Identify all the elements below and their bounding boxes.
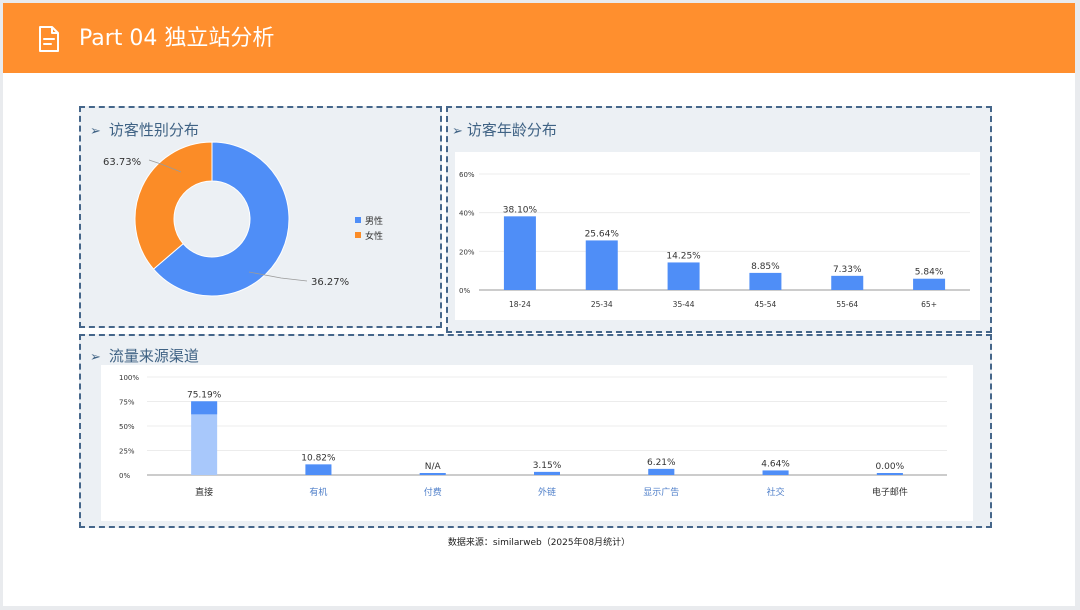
category-label-5: 社交 <box>767 486 785 498</box>
data-label-2: 14.25% <box>666 251 701 261</box>
y-tick-label-4: 100% <box>119 374 139 382</box>
category-label-5: 65+ <box>921 300 937 309</box>
traffic-panel: ➢ 流量来源渠道 0% 25% 50% 75% 100% 75.19% 直接 10.82% 有机 N… <box>79 334 992 528</box>
bar-accent-0 <box>191 401 218 415</box>
category-label-1: 25-34 <box>591 300 613 309</box>
category-label-2: 35-44 <box>673 300 695 309</box>
age-chart-card: 0% 20% 40% 60% 38.10% 18-24 25.64% 25-34 14.25% 3… <box>455 152 980 320</box>
y-tick-label-3: 75% <box>119 399 135 407</box>
bar-5 <box>913 278 946 290</box>
data-label-5: 5.84% <box>915 268 944 278</box>
y-tick-label-1: 25% <box>119 448 135 456</box>
traffic-bar-chart: 0% 25% 50% 75% 100% 75.19% 直接 10.82% 有机 N/A 付费 3.15… <box>119 374 947 498</box>
data-label-6: 0.00% <box>876 462 905 472</box>
y-tick-label-2: 40% <box>459 210 475 218</box>
bar-accent-6 <box>876 473 903 475</box>
category-label-3: 外链 <box>538 486 556 498</box>
header-bar: Part 04 独立站分析 <box>3 3 1075 73</box>
chevron-right-icon: ➢ <box>452 124 463 139</box>
legend-swatch-1 <box>355 232 361 238</box>
data-label-4: 6.21% <box>647 458 676 468</box>
data-label-3: 8.85% <box>751 262 780 272</box>
gender-panel: ➢ 访客性别分布 63.73% 36.27% 男性 女性 <box>79 106 442 328</box>
data-label-5: 4.64% <box>761 459 790 469</box>
bar-2 <box>667 262 700 290</box>
bar-3 <box>749 272 782 290</box>
gender-title-text: 访客性别分布 <box>108 121 199 139</box>
bar-4 <box>831 275 864 290</box>
bar-accent-2 <box>419 473 446 475</box>
data-label-3: 3.15% <box>533 461 562 471</box>
category-label-3: 45-54 <box>755 300 777 309</box>
y-tick-label-2: 50% <box>119 423 135 431</box>
data-label-1: 25.64% <box>585 229 620 239</box>
bar-accent-3 <box>534 471 560 475</box>
document-icon <box>39 26 59 52</box>
y-tick-label-1: 20% <box>459 248 475 256</box>
age-panel: ➢ 访客年龄分布 0% 20% 40% 60% 38.10% 18-24 25.64% 25-3… <box>446 106 992 333</box>
age-bar-chart: 0% 20% 40% 60% 38.10% 18-24 25.64% 25-34 14.25% 3… <box>459 171 970 309</box>
source-note: 数据来源：similarweb（2025年08月统计） <box>447 538 631 548</box>
slide: Part 04 独立站分析 ➢ 访客性别分布 63.73% 36.27% 男性女性 ➢… <box>3 3 1075 606</box>
legend-label-1: 女性 <box>365 230 383 242</box>
bar-accent-4 <box>648 468 675 475</box>
y-tick-label-0: 0% <box>459 287 470 295</box>
gender-donut-chart: 63.73% 36.27% 男性女性 <box>103 141 383 297</box>
bar-1 <box>585 240 618 290</box>
data-label-0: 75.19% <box>187 390 222 400</box>
bar-0 <box>503 216 536 290</box>
data-label-0: 63.73% <box>103 157 141 168</box>
category-label-6: 电子邮件 <box>872 486 908 498</box>
category-label-4: 55-64 <box>836 300 858 309</box>
category-label-1: 有机 <box>309 486 327 498</box>
legend-label-0: 男性 <box>365 215 383 227</box>
y-tick-label-3: 60% <box>459 171 475 179</box>
bar-accent-1 <box>305 464 332 475</box>
page-title: Part 04 独立站分析 <box>79 26 275 51</box>
data-label-0: 38.10% <box>503 205 538 215</box>
data-label-4: 7.33% <box>833 265 862 275</box>
chevron-right-icon: ➢ <box>90 350 101 365</box>
bar-accent-5 <box>762 470 789 475</box>
traffic-title-text: 流量来源渠道 <box>108 347 199 365</box>
traffic-chart-card: 0% 25% 50% 75% 100% 75.19% 直接 10.82% 有机 N/A 付费 3.15… <box>101 365 973 521</box>
legend-swatch-0 <box>355 217 361 223</box>
donut-slice-1 <box>134 141 213 270</box>
category-label-0: 18-24 <box>509 300 531 309</box>
y-tick-label-0: 0% <box>119 472 130 480</box>
data-label-2: N/A <box>425 462 442 472</box>
category-label-0: 直接 <box>195 486 213 498</box>
age-panel-title: ➢ 访客年龄分布 <box>452 120 557 142</box>
age-title-text: 访客年龄分布 <box>466 121 557 139</box>
data-label-1: 10.82% <box>301 453 336 463</box>
category-label-2: 付费 <box>424 486 442 498</box>
data-label-1: 36.27% <box>311 277 349 288</box>
category-label-4: 显示广告 <box>643 486 679 498</box>
